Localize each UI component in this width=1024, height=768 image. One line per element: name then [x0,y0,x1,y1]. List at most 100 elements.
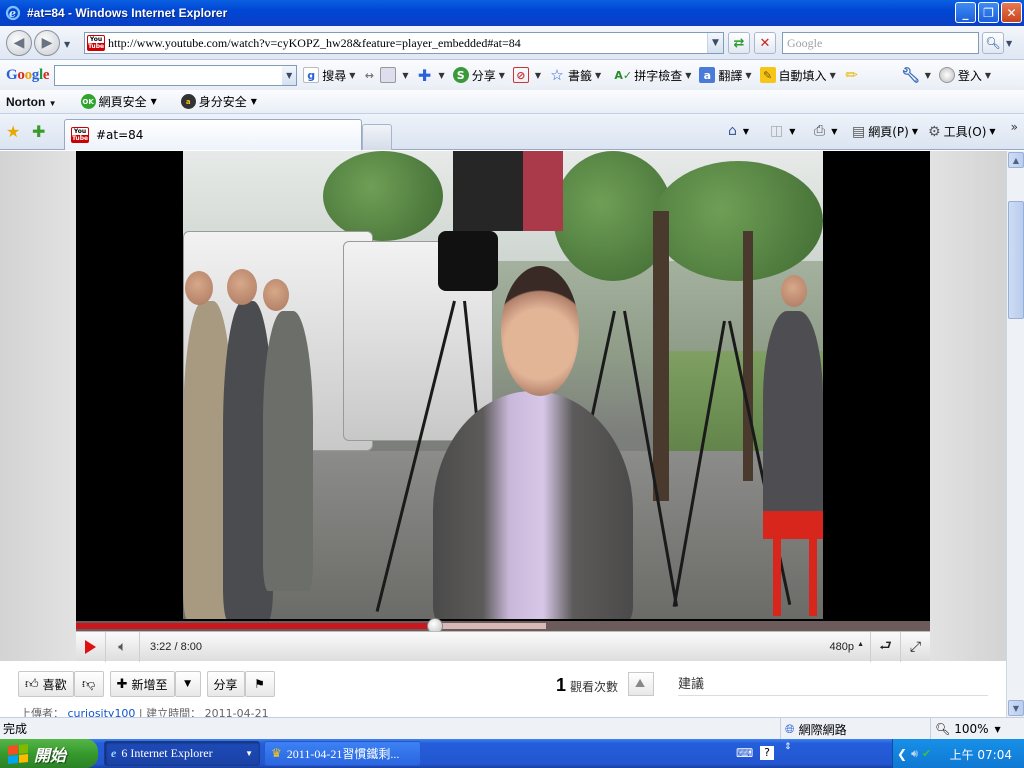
vertical-scrollbar[interactable]: ▲ ▼ [1006,151,1024,717]
wrench-icon: 🔧︎ [901,66,921,84]
globe-icon: 🌐︎ [785,721,795,736]
add-to-button[interactable]: ✚ 新增至 [109,671,175,697]
tray-expand-icon[interactable]: ❮ [897,747,907,761]
new-tab-button[interactable] [362,124,392,150]
popup-blocker-icon: ⊘ [512,67,529,83]
sign-in-button[interactable]: 登入 ▼ [938,67,991,84]
back-button[interactable]: ◀ [6,30,32,56]
home-icon: ⌂ [728,123,737,139]
popout-button[interactable]: ⮐ [870,632,900,662]
start-button[interactable]: 開始 [0,739,98,768]
fullscreen-icon: ⤢ [909,639,922,655]
settings-wrench-button[interactable]: 🔧︎ ▼ [901,66,931,84]
highlighter-button[interactable]: ✏ [844,66,863,84]
status-bar: 完成 🌐︎ 網際網路 🔍︎ 100% ▼ [0,717,1024,740]
scroll-up-button[interactable]: ▲ [1008,152,1024,168]
search-input[interactable]: Google [782,32,979,54]
taskbar-item-ie[interactable]: e 6 Internet Explorer ▼ [104,741,260,766]
security-icon[interactable]: ✔ [922,747,931,760]
safe-web-button[interactable]: OK 網頁安全 ▼ [80,93,157,110]
page-menu-button[interactable]: ▤ 網頁(P) ▼ [852,123,918,140]
restore-button[interactable]: ❐ [978,2,999,23]
add-favorites-icon[interactable]: ✚ [32,122,45,141]
refresh-button[interactable]: ⇄ [728,32,750,54]
share-button[interactable]: 分享 [206,671,245,697]
video-frame[interactable] [183,151,823,619]
help-icon[interactable]: ? [760,746,774,760]
stats-button[interactable]: ⛰ [628,672,654,696]
highlighter-icon: ✏ [845,66,858,84]
add-to-dropdown[interactable]: ▼ [174,671,201,697]
popout-icon: ⮐ [879,638,892,654]
forward-button[interactable]: ▶ [34,30,60,56]
scroll-thumb[interactable] [1008,201,1024,319]
autofill-button[interactable]: ✎ 自動填入 ▼ [759,67,836,84]
play-button[interactable] [76,631,106,662]
uploader-info: 上傳者： curiosity100 | 建立時間： 2011-04-21 [20,705,269,717]
taskbar-item-document[interactable]: ♛ 2011-04-21習慣鐵剩... [264,741,421,766]
flag-button[interactable]: ⚑ [244,671,275,697]
bookmarks-button[interactable]: ☆ 書籤 ▼ [549,66,601,84]
video-player[interactable] [76,151,930,661]
zoom-icon: 🔍︎ [935,722,951,736]
bookmark-star-icon: ☆ [550,66,564,84]
spellcheck-button[interactable]: A✓ 拼字檢查 ▼ [614,67,691,84]
window-title: #at=84 - Windows Internet Explorer [27,6,228,20]
translate-button[interactable]: a 翻譯 ▼ [699,67,752,84]
back-arrow-icon: ◀ [13,35,25,51]
identity-lock-icon: a [180,94,196,109]
add-button[interactable]: ✚ ▼ [417,66,445,85]
keyboard-icon[interactable]: ⌨ [736,746,753,760]
svg-text:e: e [9,7,16,20]
minimize-button[interactable]: _ [955,2,976,23]
close-button[interactable]: ✕ [1001,2,1022,23]
scroll-down-button[interactable]: ▼ [1008,700,1024,716]
played-bar [76,623,435,629]
clock[interactable]: 上午 07:04 [950,746,1012,763]
thumbs-down-icon: 👎︎ [82,676,96,692]
stop-button[interactable]: ✕ [754,32,776,54]
spellcheck-icon: A✓ [614,68,633,82]
popup-blocker-button[interactable]: ⊘ ▼ [512,67,541,83]
identity-safe-button[interactable]: a 身分安全 ▼ [180,93,257,110]
language-bar-icon[interactable]: ⇕ [784,742,792,752]
uploader-link[interactable]: curiosity100 [68,707,136,717]
status-text: 完成 [3,722,28,736]
favorites-star-icon[interactable]: ★ [6,122,20,141]
speaker-icon: 🔈︎ [118,638,127,655]
search-provider-dropdown-icon[interactable]: ▼ [1006,32,1018,54]
google-search-icon: g [303,67,320,83]
page-icon: ▤ [852,123,866,140]
dislike-button[interactable]: 👎︎ [73,671,104,697]
toolbar-overflow-icon[interactable]: » [1011,120,1018,134]
address-url[interactable]: http://www.youtube.com/watch?v=cyKOPZ_hw… [108,36,707,51]
title-bar[interactable]: e #at=84 - Windows Internet Explorer _ ❐… [0,0,1024,26]
video-actions: 👍︎ 喜歡 👎︎ ✚ 新增至 ▼ 分享 ⚑ [18,671,281,697]
google-search-button[interactable]: g 搜尋 ▼ [303,67,355,84]
volume-button[interactable]: 🔈︎ [106,631,140,662]
feeds-button[interactable]: ◫ ▼ [770,123,795,139]
address-input[interactable]: You Tube http://www.youtube.com/watch?v=c… [84,32,724,54]
network-icon[interactable]: 🔊︎ [911,747,918,761]
time-display: 3:22 / 8:00 [150,640,202,653]
share-button[interactable]: S 分享 ▼ [452,67,505,84]
print-button[interactable]: ⎙ ▼ [814,123,837,139]
google-search-dropdown-icon[interactable]: ▼ [282,65,297,85]
like-button[interactable]: 👍︎ 喜歡 [18,671,74,697]
tab-active[interactable]: You Tube #at=84 [64,119,362,150]
zoom-control[interactable]: 🔍︎ 100% ▼ [930,718,1024,740]
home-button[interactable]: ⌂ ▼ [728,123,749,139]
security-zone[interactable]: 🌐︎ 網際網路 [780,718,930,740]
quality-selector[interactable]: 480p ▲ [830,641,864,653]
google-search-input[interactable]: ▼ [54,64,298,86]
history-dropdown-icon[interactable]: ▼ [64,40,70,49]
tools-menu-button[interactable]: ⚙ 工具(O) ▼ [928,123,996,140]
search-button[interactable]: 🔍︎ [982,32,1004,54]
video-progress-bar[interactable] [76,618,930,634]
youtube-tab-icon: You Tube [71,127,89,143]
norton-menu[interactable]: Norton ▼ [6,95,57,109]
address-dropdown-icon[interactable]: ▼ [707,33,723,53]
ie-logo-icon: e [111,746,117,760]
page-tools-button[interactable]: ↔ ▼ [361,67,409,83]
fullscreen-button[interactable]: ⤢ [900,632,930,662]
